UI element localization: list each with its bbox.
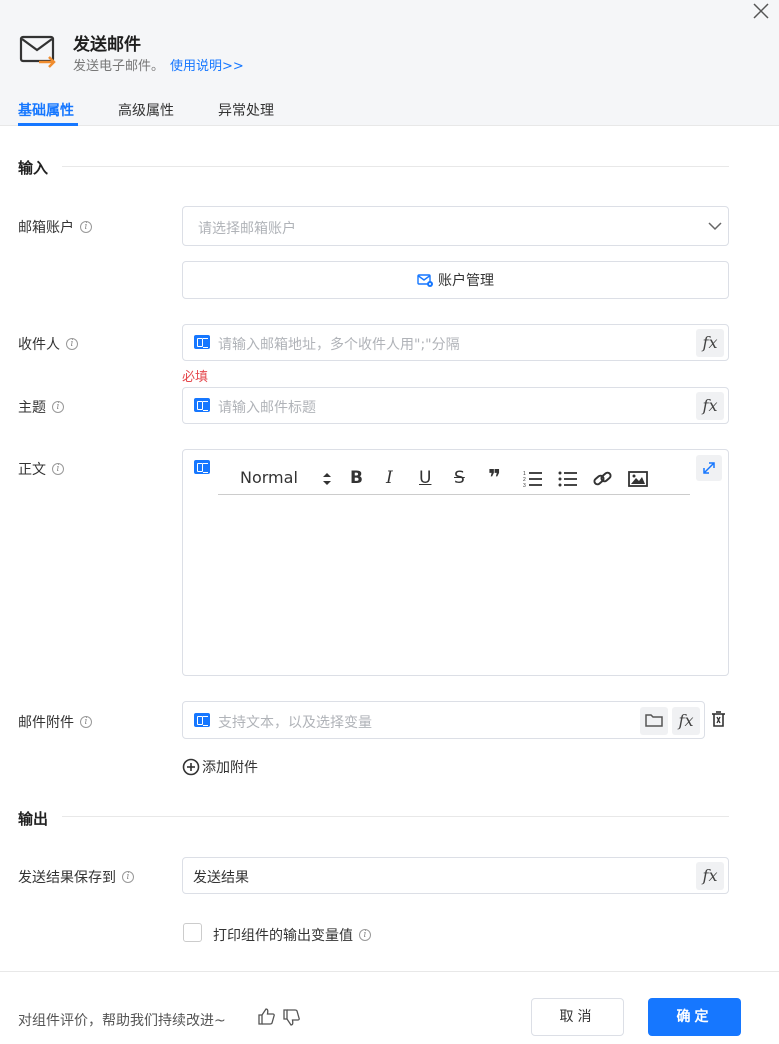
add-attachment-button[interactable]: 添加附件 xyxy=(182,757,258,777)
result-input[interactable]: 发送结果 fx xyxy=(182,857,729,894)
result-value: 发送结果 xyxy=(193,870,249,886)
body-label: 正文 i xyxy=(18,459,64,479)
thumbs-up-icon[interactable] xyxy=(258,1008,275,1025)
fx-icon[interactable]: fx xyxy=(672,707,700,735)
bold-icon[interactable]: B xyxy=(350,468,363,488)
ordered-list-icon[interactable]: 1 2 3 xyxy=(523,470,543,488)
dialog-header: 发送邮件 发送电子邮件。 使用说明>> 基础属性 高级属性 异常处理 xyxy=(0,0,779,126)
info-icon[interactable]: i xyxy=(359,929,371,941)
folder-icon[interactable] xyxy=(640,707,668,735)
add-attachment-label: 添加附件 xyxy=(202,760,258,776)
svg-text:3: 3 xyxy=(523,483,526,488)
variable-icon[interactable] xyxy=(194,460,210,474)
info-icon[interactable]: i xyxy=(66,338,78,350)
tab-advanced[interactable]: 高级属性 xyxy=(118,100,174,120)
rich-text-toolbar: Normal B I U S ❞ 1 2 3 xyxy=(218,462,690,495)
subject-placeholder: 请输入邮件标题 xyxy=(218,400,316,416)
variable-icon[interactable] xyxy=(194,335,210,349)
confirm-button[interactable]: 确定 xyxy=(648,998,741,1036)
close-icon[interactable] xyxy=(751,1,771,21)
info-icon[interactable]: i xyxy=(122,871,134,883)
body-label-text: 正文 xyxy=(18,462,46,478)
info-icon[interactable]: i xyxy=(52,401,64,413)
dialog-title: 发送邮件 xyxy=(73,35,141,55)
result-label-text: 发送结果保存到 xyxy=(18,870,116,886)
fx-icon[interactable]: fx xyxy=(696,329,724,357)
subtitle-text: 发送电子邮件。 xyxy=(73,59,165,74)
subject-label-text: 主题 xyxy=(18,400,46,416)
attachment-input[interactable]: 支持文本，以及选择变量 fx xyxy=(182,701,705,739)
cancel-button[interactable]: 取消 xyxy=(531,998,624,1036)
tab-basic[interactable]: 基础属性 xyxy=(18,100,74,120)
account-manage-label: 账户管理 xyxy=(438,273,494,289)
input-section-title: 输入 xyxy=(18,159,49,177)
print-output-label-text: 打印组件的输出变量值 xyxy=(213,928,353,944)
info-icon[interactable]: i xyxy=(52,463,64,475)
account-select[interactable]: 请选择邮箱账户 xyxy=(182,206,729,246)
account-manage-button[interactable]: 账户管理 xyxy=(182,261,729,299)
print-output-label: 打印组件的输出变量值 i xyxy=(213,925,371,945)
dialog-subtitle: 发送电子邮件。 使用说明>> xyxy=(73,55,244,74)
strikethrough-icon[interactable]: S xyxy=(454,468,465,488)
variable-icon[interactable] xyxy=(194,713,210,727)
chevron-down-icon xyxy=(708,222,722,231)
recipient-input[interactable]: 请输入邮箱地址，多个收件人用";"分隔 fx xyxy=(182,324,729,361)
variable-icon[interactable] xyxy=(194,398,210,412)
underline-icon[interactable]: U xyxy=(419,468,431,488)
plus-circle-icon xyxy=(182,758,200,776)
subject-input[interactable]: 请输入邮件标题 fx xyxy=(182,387,729,424)
account-placeholder: 请选择邮箱账户 xyxy=(198,221,296,237)
fx-icon[interactable]: fx xyxy=(696,862,724,890)
info-icon[interactable]: i xyxy=(80,221,92,233)
select-arrows-icon[interactable] xyxy=(322,472,332,486)
image-icon[interactable] xyxy=(628,471,648,487)
output-section-title: 输出 xyxy=(18,810,49,828)
format-select[interactable]: Normal xyxy=(240,468,298,488)
recipient-placeholder: 请输入邮箱地址，多个收件人用";"分隔 xyxy=(218,337,460,353)
info-icon[interactable]: i xyxy=(80,716,92,728)
attachment-label: 邮件附件 i xyxy=(18,712,92,732)
subject-label: 主题 i xyxy=(18,397,64,417)
feedback-text: 对组件评价，帮助我们持续改进~ xyxy=(18,1013,226,1029)
help-link[interactable]: 使用说明>> xyxy=(170,59,244,74)
link-icon[interactable] xyxy=(593,470,613,488)
print-output-checkbox[interactable] xyxy=(183,923,202,942)
account-label-text: 邮箱账户 xyxy=(18,220,74,236)
section-divider xyxy=(62,816,729,817)
bullet-list-icon[interactable] xyxy=(558,470,578,488)
recipient-label-text: 收件人 xyxy=(18,337,60,353)
section-divider xyxy=(62,166,729,167)
delete-icon[interactable] xyxy=(711,711,726,728)
mail-send-icon xyxy=(19,35,56,68)
blockquote-icon[interactable]: ❞ xyxy=(488,468,501,490)
italic-icon[interactable]: I xyxy=(386,468,393,488)
required-hint: 必填 xyxy=(182,370,209,385)
attachment-label-text: 邮件附件 xyxy=(18,715,74,731)
recipient-label: 收件人 i xyxy=(18,334,78,354)
tab-active-indicator xyxy=(18,123,78,126)
fx-icon[interactable]: fx xyxy=(696,392,724,420)
thumbs-down-icon[interactable] xyxy=(283,1009,300,1026)
account-label: 邮箱账户 i xyxy=(18,217,92,237)
footer-divider xyxy=(0,971,779,972)
expand-icon[interactable] xyxy=(696,455,722,481)
tab-exception[interactable]: 异常处理 xyxy=(218,100,274,120)
attachment-placeholder: 支持文本，以及选择变量 xyxy=(218,715,372,731)
mail-settings-icon xyxy=(417,273,433,287)
result-label: 发送结果保存到 i xyxy=(18,867,134,887)
